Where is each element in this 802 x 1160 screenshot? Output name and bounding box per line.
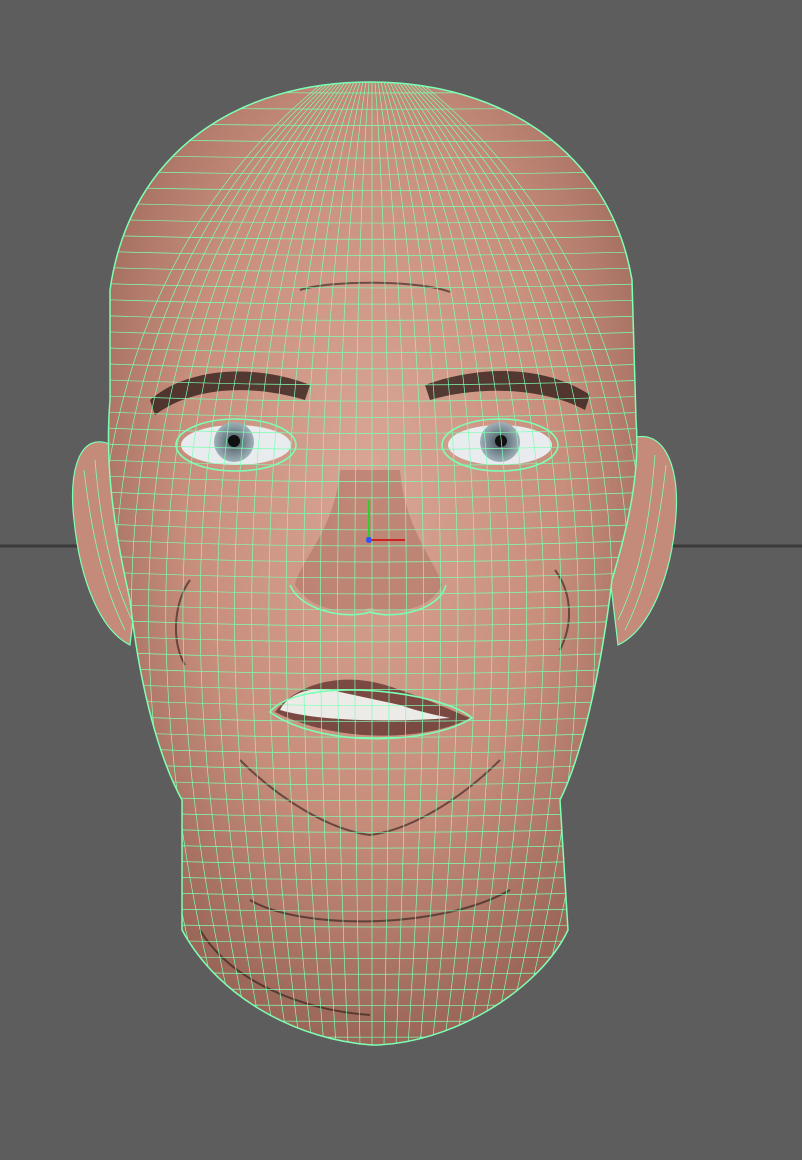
z-axis-label: z — [366, 535, 371, 545]
head-mesh[interactable] — [60, 81, 700, 1046]
3d-viewport[interactable]: z — [0, 0, 802, 1160]
viewport-canvas[interactable]: z — [0, 0, 802, 1160]
